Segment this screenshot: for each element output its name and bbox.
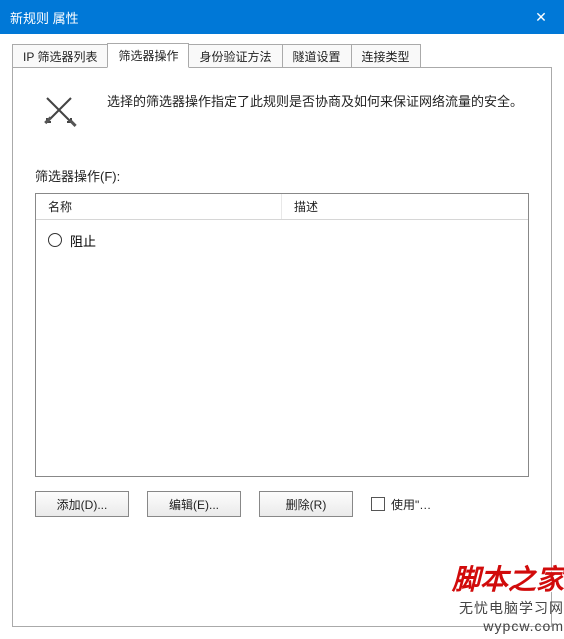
crossed-swords-icon <box>35 90 87 132</box>
use-wizard-checkbox[interactable]: 使用"… <box>371 496 529 513</box>
list-item[interactable]: 阻止 <box>36 228 528 252</box>
column-header-name[interactable]: 名称 <box>36 194 282 219</box>
button-row: 添加(D)... 编辑(E)... 删除(R) 使用"… <box>35 491 529 517</box>
add-button[interactable]: 添加(D)... <box>35 491 129 517</box>
tab-ip-filter-list[interactable]: IP 筛选器列表 <box>12 44 108 68</box>
filter-action-listview[interactable]: 名称 描述 阻止 <box>35 193 529 477</box>
checkbox-icon <box>371 497 385 511</box>
titlebar: 新规则 属性 ✕ <box>0 0 564 34</box>
tab-strip: IP 筛选器列表 筛选器操作 身份验证方法 隧道设置 连接类型 <box>12 44 552 68</box>
section-label-filter-action: 筛选器操作(F): <box>35 166 529 185</box>
list-item-name: 阻止 <box>70 231 96 250</box>
remove-button[interactable]: 删除(R) <box>259 491 353 517</box>
listview-body: 阻止 <box>36 220 528 260</box>
close-button[interactable]: ✕ <box>518 0 564 34</box>
checkbox-label: 使用"… <box>391 496 431 513</box>
tab-filter-action[interactable]: 筛选器操作 <box>107 43 189 68</box>
window-title: 新规则 属性 <box>10 8 518 27</box>
info-row: 选择的筛选器操作指定了此规则是否协商及如何来保证网络流量的安全。 <box>35 90 529 132</box>
edit-button[interactable]: 编辑(E)... <box>147 491 241 517</box>
listview-header: 名称 描述 <box>36 194 528 220</box>
tab-connection-type[interactable]: 连接类型 <box>351 44 421 68</box>
column-header-desc[interactable]: 描述 <box>282 194 528 219</box>
close-icon: ✕ <box>535 9 547 26</box>
radio-icon[interactable] <box>48 233 62 247</box>
client-area: IP 筛选器列表 筛选器操作 身份验证方法 隧道设置 连接类型 选择的筛选器操作… <box>0 34 564 639</box>
tab-auth-method[interactable]: 身份验证方法 <box>188 44 282 68</box>
tab-panel-filter-action: 选择的筛选器操作指定了此规则是否协商及如何来保证网络流量的安全。 筛选器操作(F… <box>12 67 552 627</box>
info-text: 选择的筛选器操作指定了此规则是否协商及如何来保证网络流量的安全。 <box>107 90 529 132</box>
tab-tunnel-settings[interactable]: 隧道设置 <box>282 44 352 68</box>
